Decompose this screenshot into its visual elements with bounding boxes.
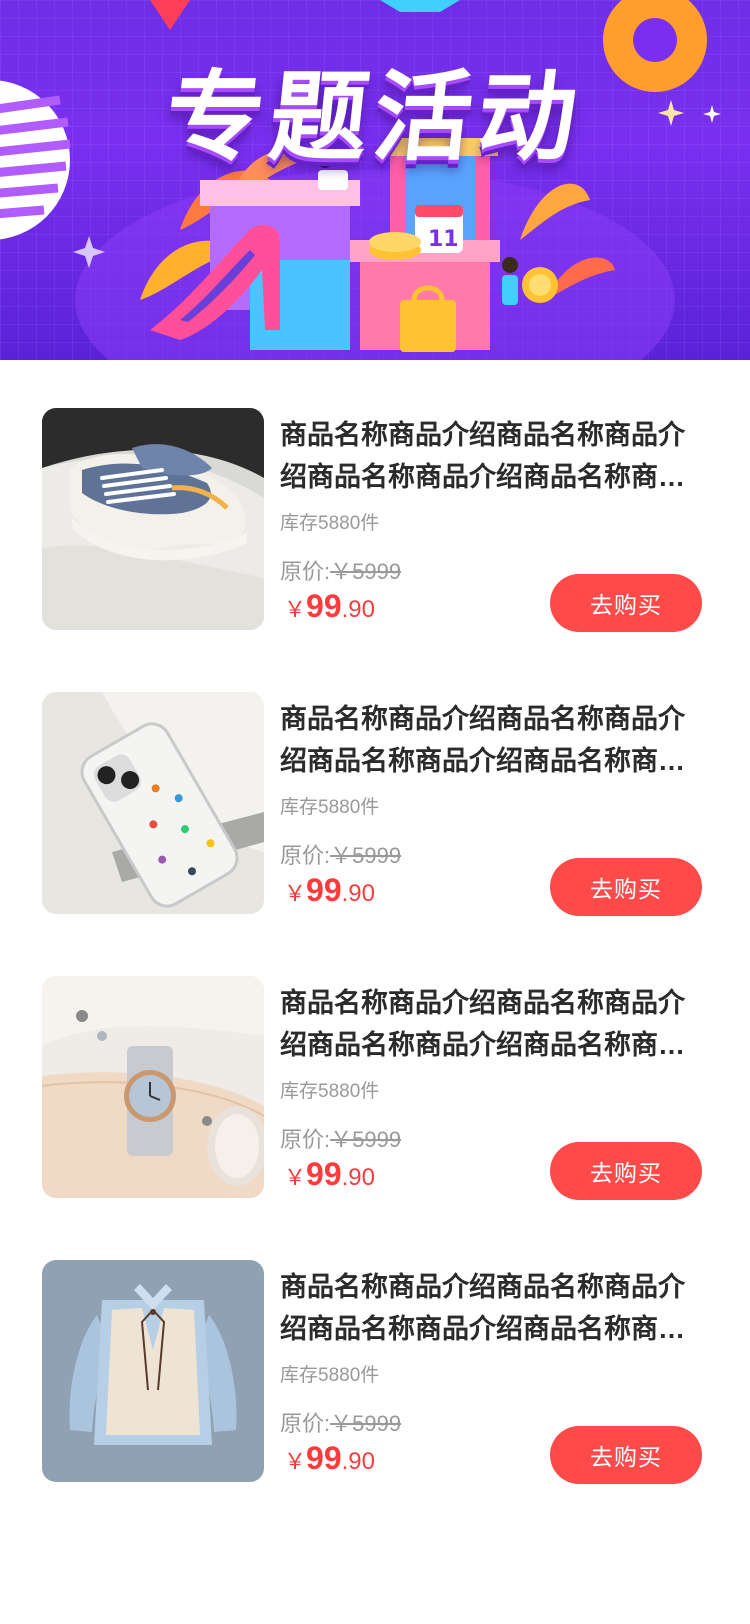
product-stock: 库存5880件	[280, 797, 380, 818]
product-title[interactable]: 商品名称商品介绍商品名称商品介绍商品名称商品介绍商品名称商品介绍	[280, 1266, 710, 1350]
original-price: 原价:￥5999	[280, 1122, 401, 1154]
product-image-wrist-watch[interactable]	[42, 976, 264, 1198]
price-decimal: .90	[341, 1164, 375, 1191]
original-price: 原价:￥5999	[280, 1406, 401, 1438]
original-price: 原价:￥5999	[280, 838, 401, 870]
price-currency: ￥	[284, 881, 307, 906]
svg-text:11: 11	[428, 227, 459, 252]
price-integer: 99	[306, 1440, 342, 1476]
sale-price: ￥99.90	[284, 1156, 375, 1193]
product-title[interactable]: 商品名称商品介绍商品名称商品介绍商品名称商品介绍商品名称商品介绍	[280, 982, 710, 1066]
original-price-label: 原价:	[280, 843, 331, 868]
price-decimal: .90	[341, 880, 375, 907]
product-list: 商品名称商品介绍商品名称商品介绍商品名称商品介绍商品名称商品介绍 库存5880件…	[24, 392, 726, 1528]
price-integer: 99	[306, 588, 342, 624]
product-title[interactable]: 商品名称商品介绍商品名称商品介绍商品名称商品介绍商品名称商品介绍	[280, 414, 710, 498]
product-image-shirt-vest[interactable]	[42, 1260, 264, 1482]
product-stock: 库存5880件	[280, 1365, 380, 1386]
product-title[interactable]: 商品名称商品介绍商品名称商品介绍商品名称商品介绍商品名称商品介绍	[280, 698, 710, 782]
product-card[interactable]: 商品名称商品介绍商品名称商品介绍商品名称商品介绍商品名称商品介绍 库存5880件…	[24, 960, 726, 1244]
price-currency: ￥	[284, 1449, 307, 1474]
original-price-label: 原价:	[280, 1127, 331, 1152]
buy-button[interactable]: 去购买	[550, 1426, 702, 1484]
product-card[interactable]: ARTS 商品名称商品介绍商品名称商品介绍商品名称商品	[24, 676, 726, 960]
price-integer: 99	[306, 872, 342, 908]
product-image-sneaker[interactable]	[42, 408, 264, 630]
price-integer: 99	[306, 1156, 342, 1192]
price-decimal: .90	[341, 596, 375, 623]
original-price-value: ￥5999	[330, 1411, 402, 1436]
buy-button[interactable]: 去购买	[550, 858, 702, 916]
buy-button[interactable]: 去购买	[550, 1142, 702, 1200]
buy-button[interactable]: 去购买	[550, 574, 702, 632]
original-price: 原价:￥5999	[280, 554, 401, 586]
sale-price: ￥99.90	[284, 1440, 375, 1477]
original-price-value: ￥5999	[330, 559, 402, 584]
product-card[interactable]: 商品名称商品介绍商品名称商品介绍商品名称商品介绍商品名称商品介绍 库存5880件…	[24, 392, 726, 676]
product-stock: 库存5880件	[280, 1081, 380, 1102]
promo-banner: 11 专题活动	[0, 0, 750, 360]
sale-price: ￥99.90	[284, 588, 375, 625]
price-currency: ￥	[284, 597, 307, 622]
sale-price: ￥99.90	[284, 872, 375, 909]
original-price-label: 原价:	[280, 1411, 331, 1436]
original-price-label: 原价:	[280, 559, 331, 584]
product-stock: 库存5880件	[280, 513, 380, 534]
product-image-phone-case[interactable]: ARTS	[42, 692, 264, 914]
price-decimal: .90	[341, 1448, 375, 1475]
product-card[interactable]: 商品名称商品介绍商品名称商品介绍商品名称商品介绍商品名称商品介绍 库存5880件…	[24, 1244, 726, 1528]
banner-title: 专题活动	[160, 61, 589, 175]
price-currency: ￥	[284, 1165, 307, 1190]
original-price-value: ￥5999	[330, 843, 402, 868]
original-price-value: ￥5999	[330, 1127, 402, 1152]
